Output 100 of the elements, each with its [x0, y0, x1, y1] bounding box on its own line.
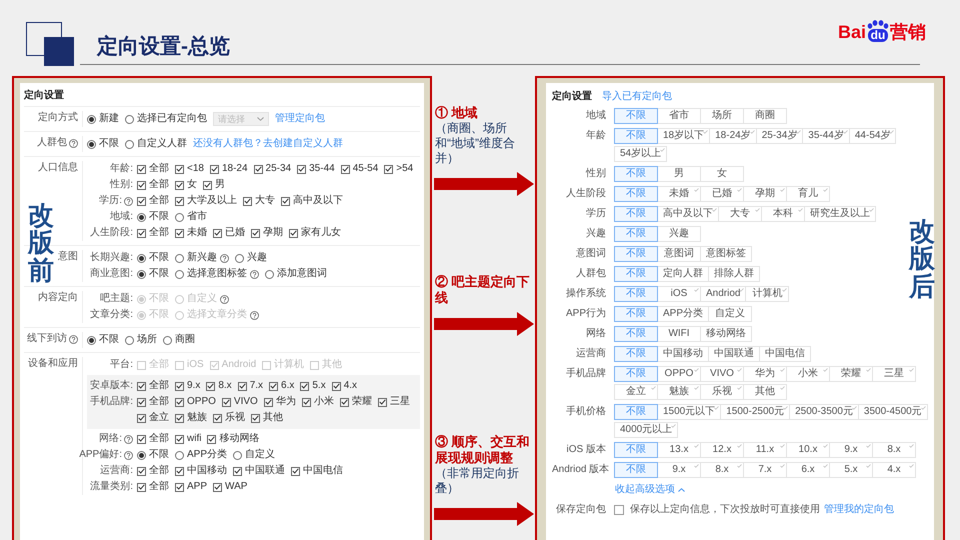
option-button[interactable]: 已婚 [700, 186, 744, 202]
checkbox[interactable]: 8.x [206, 379, 232, 393]
radio-button[interactable]: 添加意图词 [265, 267, 327, 281]
option-button[interactable]: 未婚 [657, 186, 701, 202]
radio-button[interactable]: 场所 [125, 333, 157, 347]
checkbox[interactable]: VIVO [222, 395, 258, 409]
checkbox[interactable]: <18 [175, 162, 204, 176]
radio-button[interactable]: 不限 [137, 251, 169, 265]
checkbox[interactable]: 乐视 [213, 411, 245, 425]
checkbox[interactable]: 其他 [251, 411, 283, 425]
checkbox[interactable]: 7.x [238, 379, 264, 393]
radio-button[interactable]: 不限 [137, 448, 169, 462]
checkbox[interactable]: 已婚 [213, 226, 245, 240]
checkbox[interactable]: 未婚 [175, 226, 207, 240]
option-button[interactable]: OPPO [657, 366, 701, 382]
option-button[interactable]: 25-34岁 [756, 128, 804, 144]
checkbox[interactable]: 荣耀 [340, 395, 372, 409]
checkbox[interactable]: 男 [203, 178, 225, 192]
checkbox[interactable]: 45-54 [340, 162, 378, 176]
checkbox[interactable]: 全部 [137, 480, 169, 494]
option-button[interactable]: 三星 [872, 366, 916, 382]
checkbox[interactable]: 华为 [264, 395, 296, 409]
checkbox[interactable]: 全部 [137, 178, 169, 192]
checkbox[interactable]: 魅族 [175, 411, 207, 425]
checkbox[interactable]: wifi [175, 432, 202, 446]
checkbox[interactable]: 家有儿女 [289, 226, 341, 240]
option-button[interactable]: 孕期 [743, 186, 787, 202]
option-button[interactable]: 7.x [743, 462, 787, 478]
option-button[interactable]: APP分类 [657, 306, 710, 322]
option-button[interactable]: 乐视 [700, 384, 744, 400]
checkbox[interactable]: APP [175, 480, 208, 494]
radio-button[interactable]: 商圈 [163, 333, 195, 347]
option-button[interactable]: 8.x [700, 462, 744, 478]
option-button[interactable]: 4000元以上 [614, 422, 678, 438]
checkbox[interactable]: 全部 [137, 226, 169, 240]
option-button[interactable]: 育儿 [786, 186, 830, 202]
radio-button[interactable]: 自定义 [233, 448, 276, 462]
option-button[interactable]: 华为 [743, 366, 787, 382]
option-button[interactable]: 18-24岁 [709, 128, 757, 144]
option-button[interactable]: 男 [657, 166, 701, 182]
option-button[interactable]: 13.x [657, 442, 701, 458]
option-button[interactable]: 定向人群 [657, 266, 709, 282]
radio-button[interactable]: 选择已有定向包 [125, 112, 207, 126]
checkbox[interactable]: OPPO [175, 395, 216, 409]
checkbox[interactable]: 全部 [137, 432, 169, 446]
option-button[interactable]: 场所 [700, 108, 744, 124]
option-button[interactable]: 2500-3500元 [789, 404, 859, 420]
option-button[interactable]: 3500-4500元 [858, 404, 928, 420]
option-button[interactable]: 荣耀 [829, 366, 873, 382]
option-button[interactable]: 高中及以下 [657, 206, 719, 222]
checkbox[interactable] [614, 505, 624, 515]
option-button[interactable]: 中国联通 [708, 346, 760, 362]
checkbox[interactable]: 小米 [302, 395, 334, 409]
checkbox[interactable]: 大专 [243, 194, 275, 208]
radio-button[interactable]: 不限 [87, 333, 119, 347]
option-button[interactable]: 省市 [657, 108, 701, 124]
option-button[interactable]: 54岁以上 [614, 146, 668, 162]
radio-button[interactable]: 新建 [87, 112, 119, 126]
option-button[interactable]: 自定义 [708, 306, 752, 322]
checkbox[interactable]: 全部 [137, 464, 169, 478]
checkbox[interactable]: 三星 [378, 395, 410, 409]
option-button[interactable]: 小米 [786, 366, 830, 382]
radio-button[interactable]: 兴趣 [235, 251, 267, 265]
option-button[interactable]: 11.x [743, 442, 787, 458]
option-button[interactable]: 兴趣 [657, 226, 701, 242]
checkbox[interactable]: 移动网络 [207, 432, 260, 446]
option-button[interactable]: 10.x [786, 442, 830, 458]
option-button[interactable]: VIVO [700, 366, 744, 382]
radio-button[interactable]: APP分类 [175, 448, 228, 462]
radio-button[interactable]: 不限 [137, 210, 169, 224]
checkbox[interactable]: 女 [175, 178, 197, 192]
option-button[interactable]: 本科 [761, 206, 805, 222]
option-button[interactable]: 女 [700, 166, 744, 182]
option-button[interactable]: 5.x [829, 462, 873, 478]
radio-button[interactable]: 不限 [87, 137, 119, 151]
checkbox[interactable]: 4.x [332, 379, 358, 393]
option-button[interactable]: 计算机 [745, 286, 790, 302]
option-button[interactable]: 12.x [700, 442, 744, 458]
option-button[interactable]: 35-44岁 [802, 128, 850, 144]
checkbox[interactable]: 9.x [175, 379, 200, 393]
option-button[interactable]: 意图词 [657, 246, 701, 262]
option-button[interactable]: 6.x [786, 462, 830, 478]
option-button[interactable]: 44-54岁 [848, 128, 896, 144]
option-button[interactable]: 1500-2500元 [720, 404, 790, 420]
option-button[interactable]: 研究生及以上 [804, 206, 876, 222]
option-button[interactable]: 移动网络 [700, 326, 752, 342]
option-button[interactable]: 18岁以下 [657, 128, 710, 144]
option-button[interactable]: 商圈 [743, 108, 787, 124]
option-button[interactable]: iOS [657, 286, 701, 302]
checkbox[interactable]: 全部 [137, 379, 169, 393]
radio-button[interactable]: 省市 [175, 210, 207, 224]
checkbox[interactable]: WAP [213, 480, 248, 494]
option-button[interactable]: 金立 [614, 384, 658, 400]
option-button[interactable]: 4.x [872, 462, 916, 478]
checkbox[interactable]: 25-34 [254, 162, 292, 176]
checkbox[interactable]: 大学及以上 [175, 194, 237, 208]
radio-button[interactable]: 新兴趣 [175, 251, 229, 265]
option-button[interactable]: 8.x [872, 442, 916, 458]
checkbox[interactable]: 全部 [137, 194, 169, 208]
option-button[interactable]: 9.x [829, 442, 873, 458]
